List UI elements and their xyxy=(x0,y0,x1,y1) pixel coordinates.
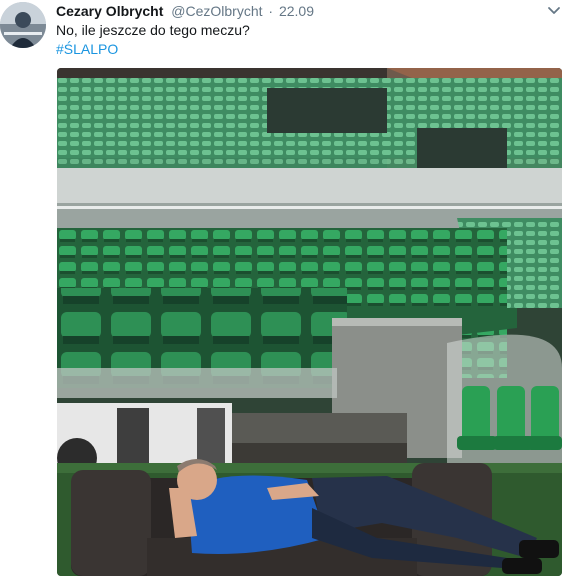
display-name[interactable]: Cezary Olbrycht xyxy=(56,3,163,19)
tweet[interactable]: Cezary Olbrycht @CezOlbrycht · 22.09 No,… xyxy=(0,0,574,587)
tweet-text: No, ile jeszcze do tego meczu? xyxy=(56,22,250,38)
stadium-photo xyxy=(57,68,562,576)
avatar[interactable] xyxy=(0,2,46,48)
tweet-photo[interactable] xyxy=(57,68,562,576)
separator-dot: · xyxy=(268,3,274,19)
tweet-timestamp[interactable]: 22.09 xyxy=(279,3,314,19)
username-handle[interactable]: @CezOlbrycht xyxy=(171,3,262,19)
chevron-down-icon xyxy=(548,7,560,14)
tweet-header: Cezary Olbrycht @CezOlbrycht · 22.09 xyxy=(56,2,314,20)
hashtag-link[interactable]: #ŚLALPO xyxy=(56,40,118,59)
tweet-menu-button[interactable] xyxy=(545,2,563,20)
profile-avatar-icon xyxy=(0,2,46,48)
